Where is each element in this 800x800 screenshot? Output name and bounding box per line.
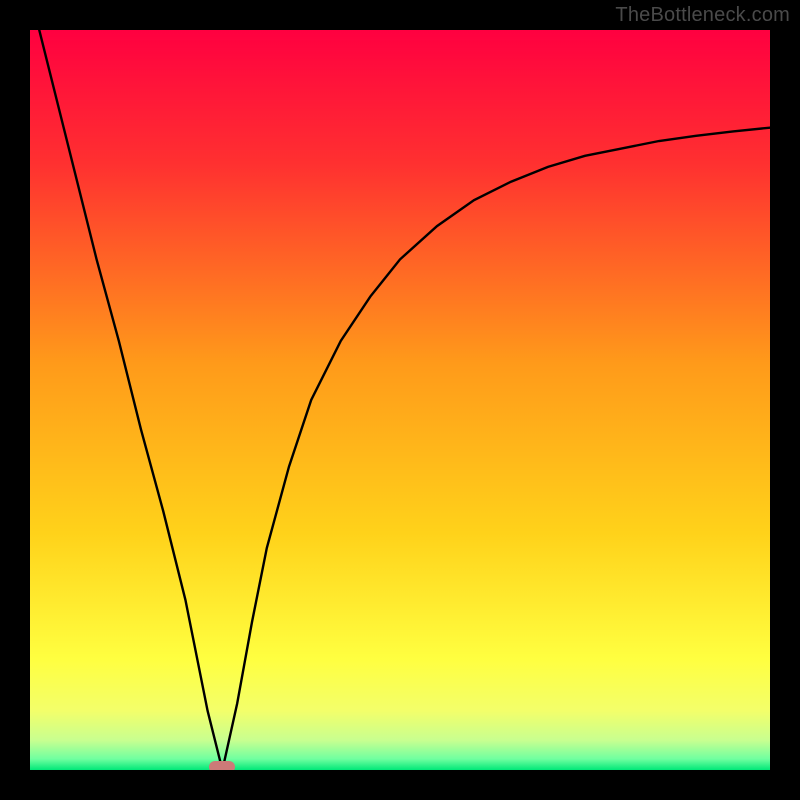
optimum-marker <box>209 761 235 770</box>
chart-frame: TheBottleneck.com <box>0 0 800 800</box>
plot-area <box>30 30 770 770</box>
bottleneck-curve <box>30 30 770 770</box>
watermark-text: TheBottleneck.com <box>615 4 790 27</box>
